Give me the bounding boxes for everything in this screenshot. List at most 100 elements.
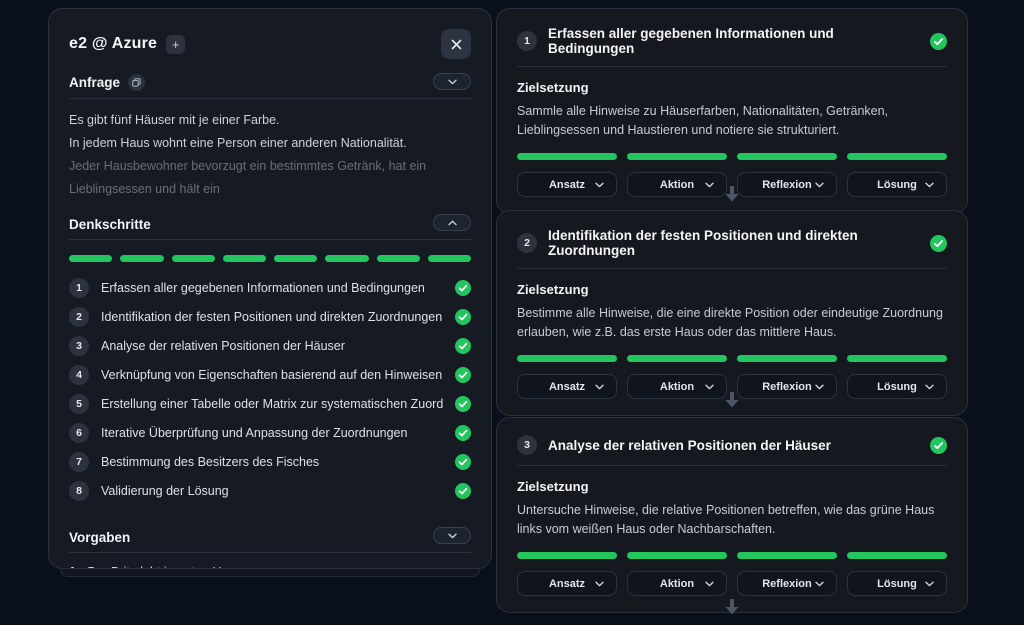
- check-circle-icon: [930, 235, 947, 252]
- step-row[interactable]: 1 Erfassen aller gegebenen Informationen…: [69, 278, 471, 298]
- step-row[interactable]: 6 Iterative Überprüfung und Anpassung de…: [69, 423, 471, 443]
- step-row[interactable]: 8 Validierung der Lösung: [69, 481, 471, 501]
- loesung-dropdown-button[interactable]: Lösung: [847, 172, 947, 197]
- reflexion-dropdown-button[interactable]: Reflexion: [737, 571, 837, 596]
- goal-label: Zielsetzung: [517, 282, 947, 297]
- plus-icon: +: [172, 37, 180, 52]
- dropdown-label: Lösung: [877, 578, 917, 590]
- chevron-down-icon: [925, 384, 934, 390]
- aktion-dropdown-button[interactable]: Aktion: [627, 172, 727, 197]
- steps-list: 1 Erfassen aller gegebenen Informationen…: [69, 278, 471, 501]
- step-number-badge: 4: [69, 365, 89, 385]
- step-label: Bestimmung des Besitzers des Fisches: [101, 455, 443, 469]
- anfrage-text: Es gibt fünf Häuser mit je einer Farbe. …: [69, 109, 471, 201]
- dropdown-label: Reflexion: [762, 381, 812, 393]
- ansatz-dropdown-button[interactable]: Ansatz: [517, 571, 617, 596]
- reflexion-dropdown-button[interactable]: Reflexion: [737, 172, 837, 197]
- step-row[interactable]: 5 Erstellung einer Tabelle oder Matrix z…: [69, 394, 471, 414]
- close-button[interactable]: [441, 29, 471, 59]
- panel-stack-edge: [60, 569, 480, 577]
- aktion-dropdown-button[interactable]: Aktion: [627, 571, 727, 596]
- check-circle-icon: [930, 33, 947, 50]
- aktion-dropdown-button[interactable]: Aktion: [627, 374, 727, 399]
- dropdown-label: Ansatz: [549, 381, 585, 393]
- check-circle-icon: [455, 454, 471, 470]
- card-buttons-row: Ansatz Aktion Reflexion Lösung: [517, 571, 947, 596]
- dropdown-label: Aktion: [660, 578, 694, 590]
- dropdown-label: Reflexion: [762, 179, 812, 191]
- goal-text: Untersuche Hinweise, die relative Positi…: [517, 501, 947, 539]
- progress-segment: [847, 153, 947, 160]
- card-title: Identifikation der festen Positionen und…: [548, 228, 919, 258]
- step-number-badge: 8: [69, 481, 89, 501]
- card-title: Erfassen aller gegebenen Informationen u…: [548, 26, 919, 56]
- step-row[interactable]: 3 Analyse der relativen Positionen der H…: [69, 336, 471, 356]
- step-label: Iterative Überprüfung und Anpassung der …: [101, 426, 443, 440]
- loesung-dropdown-button[interactable]: Lösung: [847, 374, 947, 399]
- progress-segment: [274, 255, 317, 262]
- copy-icon[interactable]: [128, 74, 145, 91]
- progress-segment: [517, 355, 617, 362]
- progress-segment: [69, 255, 112, 262]
- chevron-down-icon: [705, 581, 714, 587]
- chevron-down-icon: [705, 384, 714, 390]
- step-number-badge: 1: [69, 278, 89, 298]
- arrow-down-icon: [722, 390, 742, 410]
- loesung-dropdown-button[interactable]: Lösung: [847, 571, 947, 596]
- step-card-2: 2 Identifikation der festen Positionen u…: [496, 210, 968, 416]
- denkschritte-label: Denkschritte: [69, 217, 151, 232]
- check-circle-icon: [455, 309, 471, 325]
- app-background: e2 @ Azure + Anfrage: [0, 0, 1024, 625]
- panel-title: e2 @ Azure: [69, 35, 157, 53]
- progress-segment: [627, 552, 727, 559]
- ansatz-dropdown-button[interactable]: Ansatz: [517, 374, 617, 399]
- card-number-badge: 2: [517, 233, 537, 253]
- vorgaben-label: Vorgaben: [69, 530, 130, 545]
- progress-segment: [847, 552, 947, 559]
- anfrage-collapse-button[interactable]: [433, 73, 471, 90]
- step-row[interactable]: 2 Identifikation der festen Positionen u…: [69, 307, 471, 327]
- step-label: Identifikation der festen Positionen und…: [101, 310, 443, 324]
- step-number-badge: 6: [69, 423, 89, 443]
- chevron-down-icon: [815, 581, 824, 587]
- panel-header: e2 @ Azure +: [69, 29, 471, 59]
- progress-segment: [737, 153, 837, 160]
- chevron-down-icon: [595, 581, 604, 587]
- dropdown-label: Reflexion: [762, 578, 812, 590]
- step-label: Erstellung einer Tabelle oder Matrix zur…: [101, 397, 443, 411]
- add-button[interactable]: +: [166, 35, 185, 54]
- step-label: Analyse der relativen Positionen der Häu…: [101, 339, 443, 353]
- step-card-3: 3 Analyse der relativen Positionen der H…: [496, 417, 968, 613]
- ansatz-dropdown-button[interactable]: Ansatz: [517, 172, 617, 197]
- reflexion-dropdown-button[interactable]: Reflexion: [737, 374, 837, 399]
- left-panel: e2 @ Azure + Anfrage: [48, 8, 492, 569]
- check-circle-icon: [455, 338, 471, 354]
- check-circle-icon: [455, 483, 471, 499]
- card-title: Analyse der relativen Positionen der Häu…: [548, 438, 919, 453]
- card-progress-bar: [517, 552, 947, 559]
- anfrage-label: Anfrage: [69, 75, 120, 90]
- step-label: Erfassen aller gegebenen Informationen u…: [101, 281, 443, 295]
- progress-segment: [172, 255, 215, 262]
- progress-segment: [737, 552, 837, 559]
- close-icon: [451, 39, 462, 50]
- anfrage-line: Es gibt fünf Häuser mit je einer Farbe.: [69, 109, 471, 132]
- step-row[interactable]: 4 Verknüpfung von Eigenschaften basieren…: [69, 365, 471, 385]
- chevron-down-icon: [815, 182, 824, 188]
- progress-segment: [377, 255, 420, 262]
- goal-text: Bestimme alle Hinweise, die eine direkte…: [517, 304, 947, 342]
- anfrage-line: In jedem Haus wohnt eine Person einer an…: [69, 132, 471, 155]
- step-row[interactable]: 7 Bestimmung des Besitzers des Fisches: [69, 452, 471, 472]
- progress-segment: [517, 153, 617, 160]
- step-number-badge: 7: [69, 452, 89, 472]
- chevron-down-icon: [925, 581, 934, 587]
- step-number-badge: 3: [69, 336, 89, 356]
- denkschritte-collapse-button[interactable]: [433, 214, 471, 231]
- progress-segment: [847, 355, 947, 362]
- vorgaben-collapse-button[interactable]: [433, 527, 471, 544]
- step-label: Validierung der Lösung: [101, 484, 443, 498]
- dropdown-label: Ansatz: [549, 179, 585, 191]
- denkschritte-section-header: Denkschritte: [69, 214, 471, 240]
- progress-segment: [223, 255, 266, 262]
- card-header: 2 Identifikation der festen Positionen u…: [517, 224, 947, 269]
